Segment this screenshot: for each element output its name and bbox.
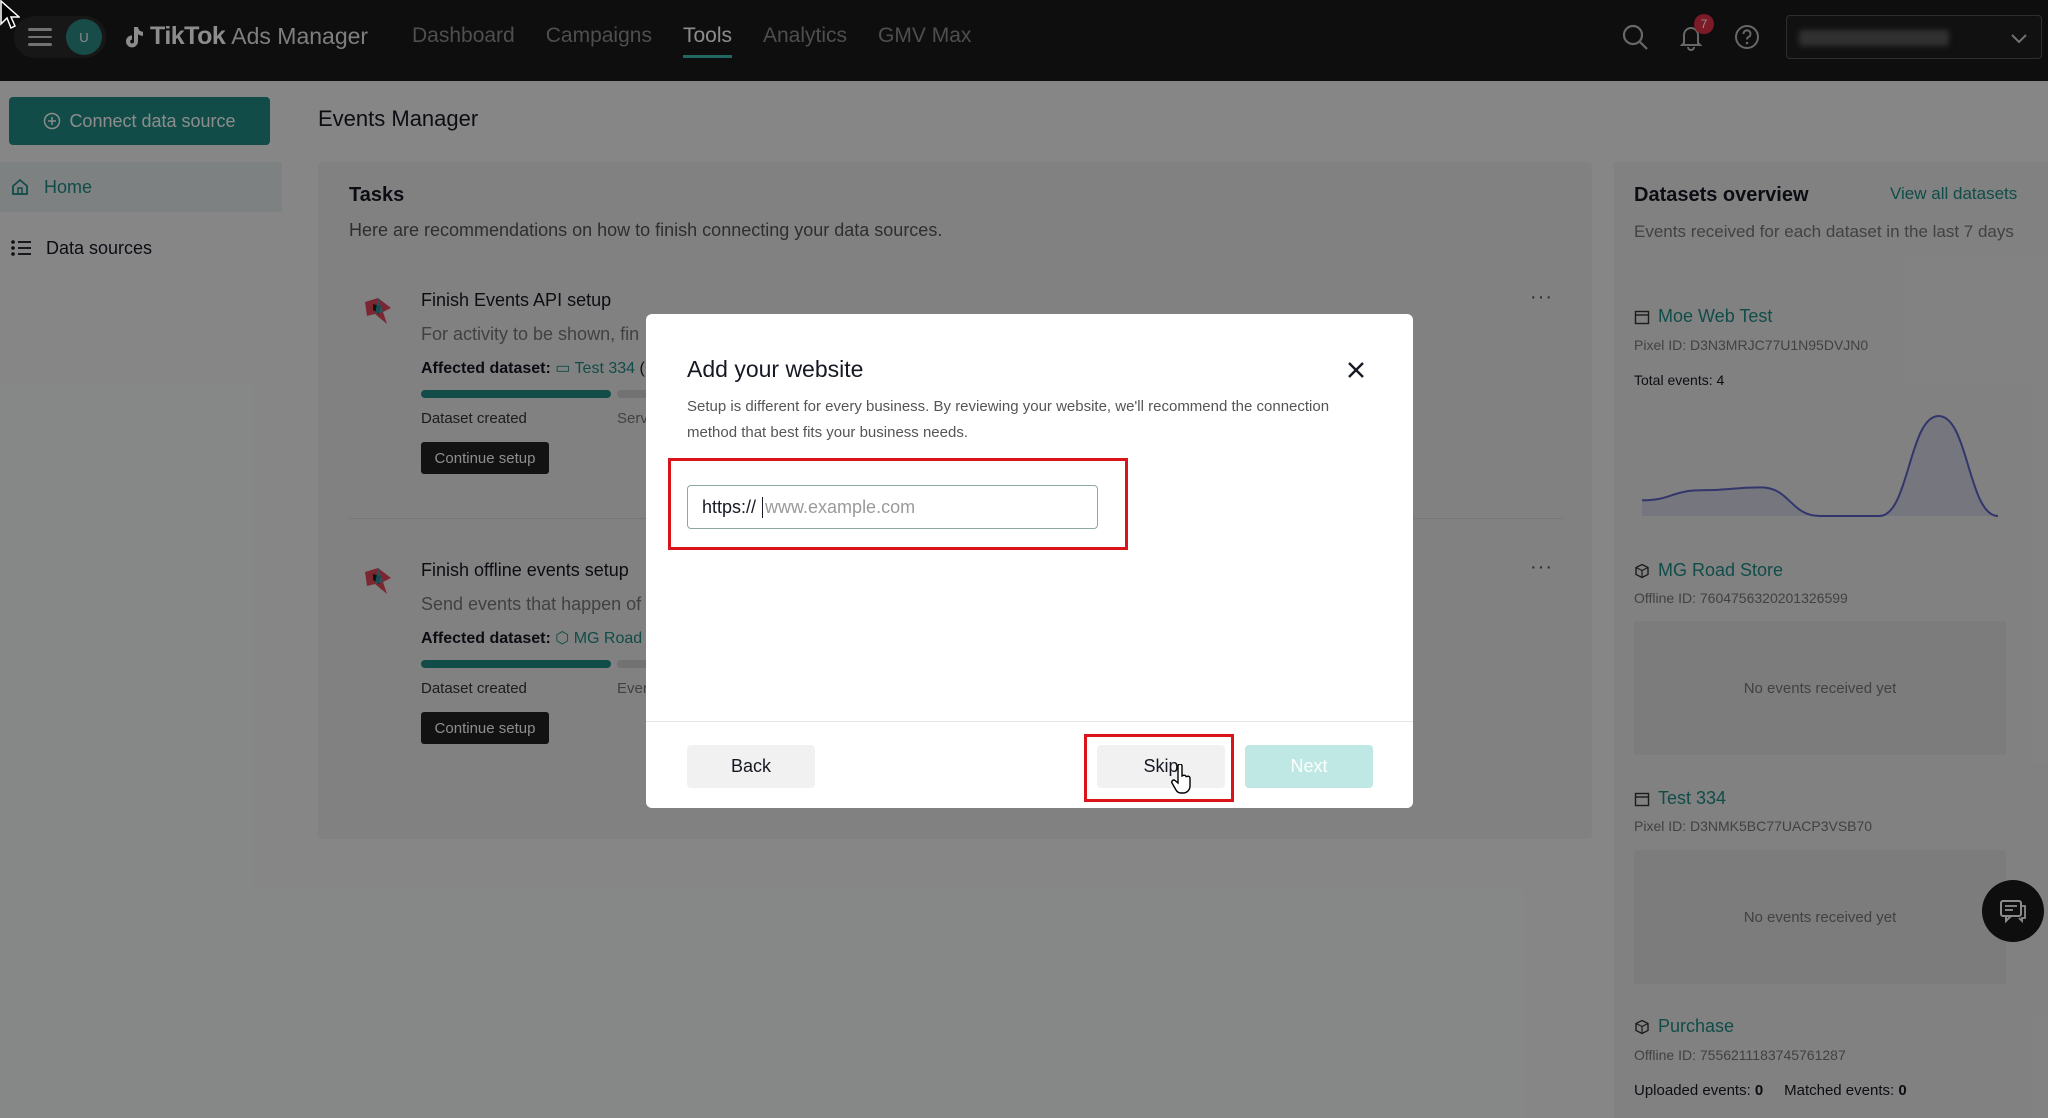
- dialog-title: Add your website: [687, 356, 864, 382]
- dialog-footer-divider: [646, 721, 1413, 722]
- add-website-dialog: Add your website Setup is different for …: [646, 314, 1413, 808]
- highlight-box-skip: [1084, 734, 1234, 802]
- next-button[interactable]: Next: [1245, 745, 1373, 788]
- back-button[interactable]: Back: [687, 745, 815, 788]
- arrow-cursor-icon: [0, 0, 20, 30]
- pointer-hand-cursor-icon: [1171, 764, 1191, 794]
- highlight-box-url-input: [668, 458, 1128, 550]
- dialog-description: Setup is different for every business. B…: [687, 398, 1330, 441]
- close-icon[interactable]: [1344, 358, 1368, 382]
